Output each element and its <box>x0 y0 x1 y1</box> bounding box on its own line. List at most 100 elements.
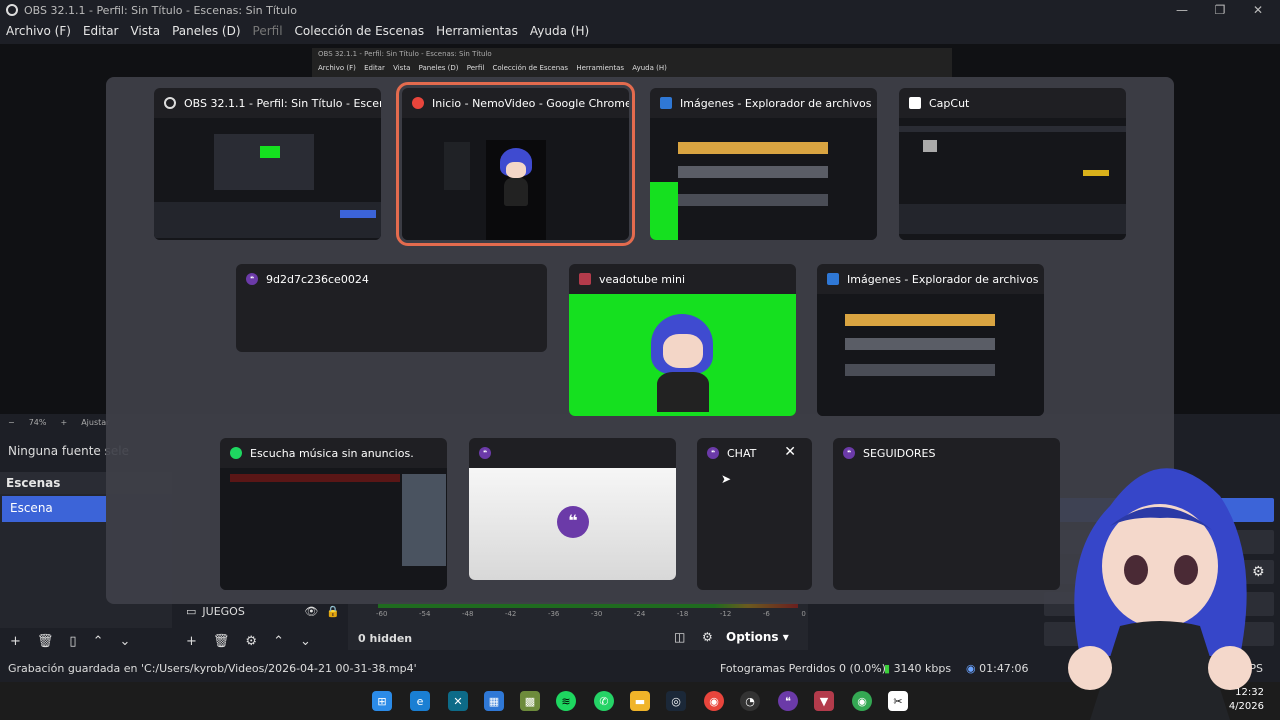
meter-tick: -60 <box>376 610 388 618</box>
zoom-out-button[interactable]: − <box>8 418 15 427</box>
capcut-icon[interactable]: ✂ <box>888 691 908 711</box>
folder-icon <box>827 273 839 285</box>
obs-icon <box>164 97 176 109</box>
nested-menu-item: Ayuda (H) <box>632 64 667 72</box>
chrome-icon[interactable]: ◉ <box>704 691 724 711</box>
window-card-obs[interactable]: OBS 32.1.1 - Perfil: Sin Título - Escena… <box>154 88 381 240</box>
window-card-twitch-chat-id[interactable]: ❝ 9d2d7c236ce0024 <box>236 264 547 352</box>
card-title-text: Imágenes - Explorador de archivos <box>847 272 1039 286</box>
menu-ayuda[interactable]: Ayuda (H) <box>530 24 589 38</box>
preview-nested-obs: OBS 32.1.1 - Perfil: Sin Título - Escena… <box>312 48 952 78</box>
card-title-text: Escucha música sin anuncios. <box>250 446 414 460</box>
menu-archivo[interactable]: Archivo (F) <box>6 24 71 38</box>
folder-icon <box>660 97 672 109</box>
meter-tick: -36 <box>547 610 560 618</box>
source-up-icon[interactable]: ⌃ <box>273 634 284 649</box>
avatar-body <box>657 372 709 412</box>
whatsapp-icon[interactable]: ✆ <box>594 691 614 711</box>
source-settings-icon[interactable]: ⚙ <box>245 634 257 649</box>
thumb-region <box>845 338 995 350</box>
hidden-count: 0 hidden <box>358 632 413 645</box>
spotify-icon[interactable]: ≋ <box>556 691 576 711</box>
scene-item[interactable]: Escena <box>2 496 106 522</box>
close-button[interactable]: ✕ <box>1238 0 1278 20</box>
thumb-region <box>899 204 1126 234</box>
meter-tick: -48 <box>461 610 474 618</box>
window-thumbnail <box>899 118 1126 240</box>
card-title: Escucha música sin anuncios. <box>220 438 447 468</box>
menu-editar[interactable]: Editar <box>83 24 119 38</box>
chrome-icon <box>412 97 424 109</box>
menu-perfil[interactable]: Perfil <box>253 24 283 38</box>
recording-saved-status: Grabación guardada en 'C:/Users/kyrob/Vi… <box>8 661 417 675</box>
move-up-icon[interactable]: ⌃ <box>93 634 104 649</box>
remove-source-icon[interactable]: 🗑 <box>213 634 230 649</box>
menu-vista[interactable]: Vista <box>130 24 160 38</box>
steam-icon[interactable]: ◎ <box>666 691 686 711</box>
options-button[interactable]: Options ▾ <box>726 630 789 644</box>
options-label: Options <box>726 630 779 644</box>
window-thumbnail <box>220 468 447 590</box>
card-title-text: OBS 32.1.1 - Perfil: Sin Título - Escena… <box>184 96 381 110</box>
visibility-eye-icon[interactable]: 👁 <box>304 605 318 618</box>
veadotube-icon[interactable]: ▼ <box>814 691 834 711</box>
card-title: CapCut <box>899 88 1126 118</box>
thumb-region <box>923 140 937 152</box>
thumb-region <box>845 364 995 376</box>
minecraft-icon[interactable]: ▩ <box>520 691 540 711</box>
nested-menu-item: Perfil <box>466 64 485 72</box>
window-thumbnail <box>650 118 877 240</box>
window-card-chat-popup[interactable]: ❝ ❝ <box>469 438 676 580</box>
lock-icon[interactable]: 🔒 <box>326 605 340 618</box>
file-explorer-icon[interactable]: ▬ <box>630 691 650 711</box>
twitch-chat-icon: ❝ <box>246 273 258 285</box>
avatar-hand-right <box>1208 646 1252 690</box>
audio-mixer: -60 -54 -48 -42 -36 -30 -24 -18 -12 -6 0… <box>348 600 808 650</box>
chat-app-icon[interactable]: ❝ <box>778 691 798 711</box>
edge-icon[interactable]: e <box>410 691 430 711</box>
avatar-face <box>663 334 703 368</box>
add-scene-icon[interactable]: + <box>10 634 21 649</box>
card-title-text: veadotube mini <box>599 272 686 286</box>
window-card-explorer-2[interactable]: Imágenes - Explorador de archivos <box>817 264 1044 416</box>
card-title: ❝ 9d2d7c236ce0024 <box>236 264 547 294</box>
thumb-region <box>154 202 381 238</box>
window-card-chrome[interactable]: Inicio - NemoVideo - Google Chrome <box>396 82 635 246</box>
scene-filter-icon[interactable]: ▯ <box>69 634 76 649</box>
xsplit-icon[interactable]: ✕ <box>448 691 468 711</box>
store-icon[interactable]: ▦ <box>484 691 504 711</box>
title-bar: OBS 32.1.1 - Perfil: Sin Título - Escena… <box>0 0 1280 20</box>
card-title: ❝ <box>469 438 676 468</box>
mixer-layout-icon[interactable]: ◫ <box>674 630 685 644</box>
menu-coleccion-escenas[interactable]: Colección de Escenas <box>295 24 425 38</box>
maximize-button[interactable]: ❐ <box>1200 0 1240 20</box>
zoom-in-button[interactable]: + <box>60 418 67 427</box>
close-icon[interactable]: ✕ <box>784 444 796 460</box>
nested-menu-item: Herramientas <box>576 64 625 72</box>
time-value: 01:47:06 <box>979 661 1029 675</box>
signal-bars-icon: ▮ <box>884 661 891 675</box>
window-card-capcut[interactable]: CapCut <box>899 88 1126 240</box>
card-title-text: Imágenes - Explorador de archivos <box>680 96 872 110</box>
source-down-icon[interactable]: ⌄ <box>300 634 311 649</box>
menu-paneles[interactable]: Paneles (D) <box>172 24 240 38</box>
remove-scene-icon[interactable]: 🗑 <box>37 634 54 649</box>
obs-desktop: OBS 32.1.1 - Perfil: Sin Título - Escena… <box>0 0 1280 720</box>
minimize-button[interactable]: — <box>1162 0 1202 20</box>
window-card-explorer[interactable]: Imágenes - Explorador de archivos <box>650 88 877 240</box>
chrome-profile-icon[interactable]: ◉ <box>852 691 872 711</box>
window-card-spotify[interactable]: Escucha música sin anuncios. <box>220 438 447 590</box>
windows-start-icon[interactable]: ⊞ <box>372 691 392 711</box>
veadotube-icon <box>579 273 591 285</box>
thumb-region <box>444 142 470 190</box>
obs-icon[interactable]: ◔ <box>740 691 760 711</box>
mixer-advanced-icon[interactable]: ⚙ <box>702 630 713 644</box>
move-down-icon[interactable]: ⌄ <box>119 634 130 649</box>
window-title: OBS 32.1.1 - Perfil: Sin Título - Escena… <box>24 3 297 17</box>
menu-herramientas[interactable]: Herramientas <box>436 24 518 38</box>
thumb-region <box>214 134 314 190</box>
window-card-chat[interactable]: ❝ CHAT ✕ ➤ <box>697 438 812 590</box>
window-card-seguidores[interactable]: ❝ SEGUIDORES <box>833 438 1060 590</box>
add-source-icon[interactable]: + <box>186 634 197 649</box>
window-card-veadotube[interactable]: veadotube mini <box>569 264 796 416</box>
